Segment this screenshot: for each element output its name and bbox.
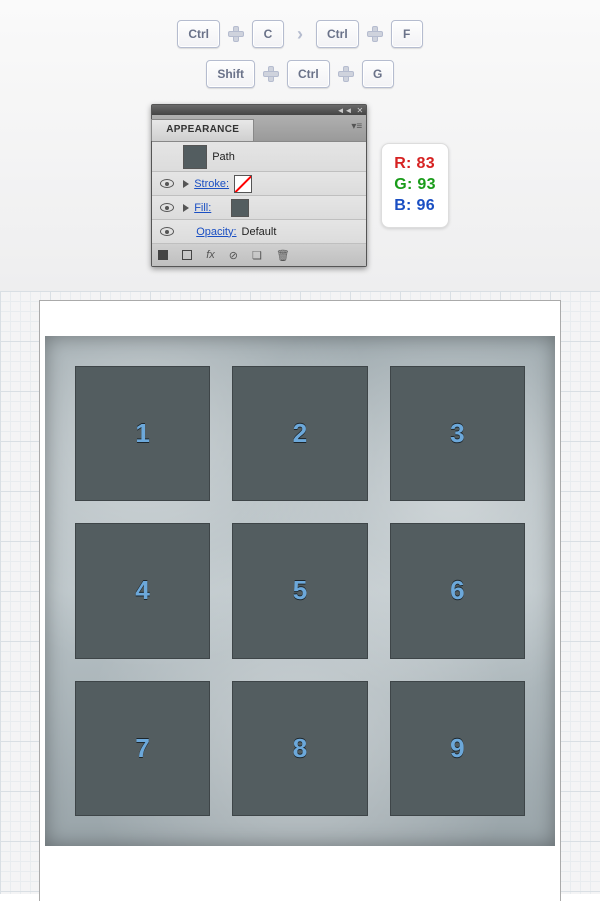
key-shift: Shift <box>206 60 255 88</box>
metal-plate[interactable]: 1 2 3 4 5 6 7 8 9 <box>45 336 555 846</box>
cell-1[interactable]: 1 <box>75 366 210 501</box>
panel-menu-icon[interactable]: ▾≡ <box>351 121 362 132</box>
cell-2[interactable]: 2 <box>232 366 367 501</box>
panel-tabs: APPEARANCE ▾≡ <box>152 115 366 142</box>
cell-4[interactable]: 4 <box>75 523 210 658</box>
eye-icon[interactable] <box>160 203 174 212</box>
artboard[interactable]: 1 2 3 4 5 6 7 8 9 <box>40 301 560 901</box>
row-opacity[interactable]: Opacity: Default <box>152 220 366 244</box>
stroke-label[interactable]: Stroke: <box>194 178 229 190</box>
fill-label[interactable]: Fill: <box>194 202 211 214</box>
eye-icon[interactable] <box>160 179 174 188</box>
cell-9[interactable]: 9 <box>390 681 525 816</box>
shortcuts-area: Ctrl C › Ctrl F Shift Ctrl G ◄◄ ✕ APPEAR… <box>0 0 600 291</box>
plus-icon <box>263 66 279 82</box>
fx-icon[interactable]: fx <box>206 249 215 261</box>
plus-icon <box>228 26 244 42</box>
thumb-outline-icon[interactable] <box>182 250 192 260</box>
rgb-g: G: 93 <box>394 175 436 196</box>
cell-3[interactable]: 3 <box>390 366 525 501</box>
cell-5[interactable]: 5 <box>232 523 367 658</box>
plus-icon <box>367 26 383 42</box>
grid-3x3: 1 2 3 4 5 6 7 8 9 <box>75 366 525 816</box>
close-icon[interactable]: ✕ <box>356 106 363 115</box>
tab-appearance[interactable]: APPEARANCE <box>151 119 254 141</box>
plus-icon <box>338 66 354 82</box>
cell-8[interactable]: 8 <box>232 681 367 816</box>
chevron-right-icon: › <box>292 26 308 42</box>
opacity-label[interactable]: Opacity: <box>196 226 236 238</box>
canvas-area[interactable]: 1 2 3 4 5 6 7 8 9 <box>0 291 600 894</box>
disclosure-icon[interactable] <box>183 180 189 188</box>
cell-6[interactable]: 6 <box>390 523 525 658</box>
collapse-icon[interactable]: ◄◄ <box>337 106 353 115</box>
appearance-panel: ◄◄ ✕ APPEARANCE ▾≡ Path Stroke: Fill: Op… <box>151 104 367 267</box>
path-label: Path <box>212 151 235 163</box>
key-c: C <box>252 20 284 48</box>
fill-swatch-icon[interactable] <box>231 199 249 217</box>
key-ctrl: Ctrl <box>177 20 220 48</box>
panel-titlebar[interactable]: ◄◄ ✕ <box>152 105 366 115</box>
key-g: G <box>362 60 394 88</box>
trash-icon[interactable]: 🗑 <box>276 249 290 262</box>
row-fill[interactable]: Fill: <box>152 196 366 220</box>
rgb-r: R: 83 <box>394 154 436 175</box>
row-stroke[interactable]: Stroke: <box>152 172 366 196</box>
key-f: F <box>391 20 423 48</box>
path-swatch-icon[interactable] <box>183 145 207 169</box>
rgb-b: B: 96 <box>394 196 436 217</box>
stroke-swatch-icon[interactable] <box>234 175 252 193</box>
clear-icon[interactable]: ⊘ <box>229 249 238 262</box>
rgb-readout: R: 83 G: 93 B: 96 <box>381 143 449 227</box>
duplicate-icon[interactable]: ❏ <box>252 249 262 262</box>
thumb-filled-icon[interactable] <box>158 250 168 260</box>
row-path[interactable]: Path <box>152 142 366 172</box>
eye-icon[interactable] <box>160 227 174 236</box>
disclosure-icon[interactable] <box>183 204 189 212</box>
cell-7[interactable]: 7 <box>75 681 210 816</box>
panel-footer: fx ⊘ ❏ 🗑 <box>152 244 366 266</box>
opacity-value: Default <box>242 226 277 238</box>
key-ctrl: Ctrl <box>287 60 330 88</box>
shortcut-row-1: Ctrl C › Ctrl F <box>177 20 422 48</box>
key-ctrl: Ctrl <box>316 20 359 48</box>
shortcut-row-2: Shift Ctrl G <box>206 60 393 88</box>
